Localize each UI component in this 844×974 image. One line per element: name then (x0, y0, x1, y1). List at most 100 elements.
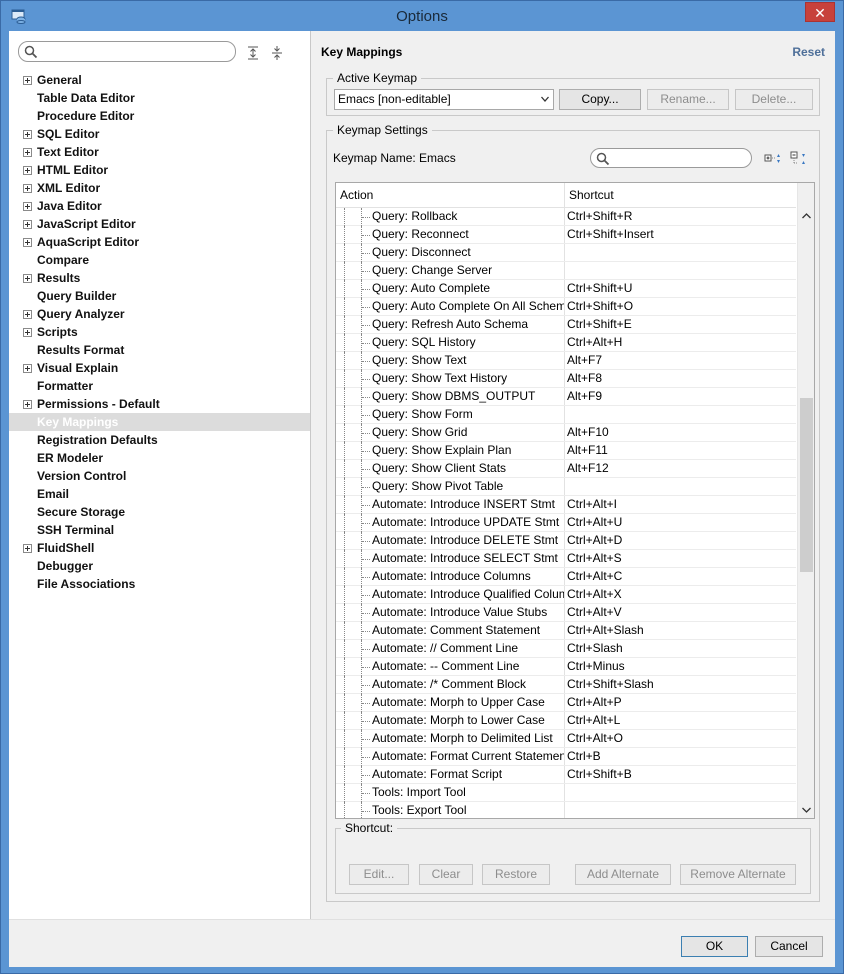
table-row[interactable]: Automate: Comment Statement Ctrl+Alt+Slas… (336, 622, 796, 640)
tree-item[interactable]: FluidShell (9, 539, 310, 557)
expand-plus-icon[interactable] (23, 310, 32, 319)
tree-item[interactable]: File Associations (9, 575, 310, 593)
expand-plus-icon[interactable] (23, 238, 32, 247)
tree-item[interactable]: Registration Defaults (9, 431, 310, 449)
expand-plus-icon[interactable] (23, 148, 32, 157)
tree-item[interactable]: Text Editor (9, 143, 310, 161)
collapse-all-icon[interactable] (269, 45, 285, 61)
tree-item[interactable]: General (9, 71, 310, 89)
table-row[interactable]: Automate: Introduce INSERT Stmt Ctrl+Alt+… (336, 496, 796, 514)
keymap-select[interactable]: Emacs [non-editable] (334, 89, 554, 110)
column-header-action[interactable]: Action (336, 183, 565, 208)
tree-item[interactable]: Permissions - Default (9, 395, 310, 413)
tree-item[interactable]: ER Modeler (9, 449, 310, 467)
tree-item[interactable]: Visual Explain (9, 359, 310, 377)
table-row[interactable]: Automate: Format Script Ctrl+Shift+B (336, 766, 796, 784)
edit-shortcut-button[interactable]: Edit... (349, 864, 409, 885)
expand-plus-icon[interactable] (23, 400, 32, 409)
table-row[interactable]: Automate: Morph to Delimited List Ctrl+Al… (336, 730, 796, 748)
scroll-up-icon[interactable] (802, 213, 811, 219)
table-row[interactable]: Query: Show Form (336, 406, 796, 424)
tree-item[interactable]: Scripts (9, 323, 310, 341)
table-scrollbar[interactable] (797, 183, 814, 818)
expand-tree-icon[interactable] (764, 151, 782, 167)
restore-shortcut-button[interactable]: Restore (482, 864, 550, 885)
expand-plus-icon[interactable] (23, 328, 32, 337)
tree-item[interactable]: Compare (9, 251, 310, 269)
tree-item[interactable]: Java Editor (9, 197, 310, 215)
tree-item[interactable]: Results Format (9, 341, 310, 359)
table-row[interactable]: Automate: Introduce Value Stubs Ctrl+Alt+… (336, 604, 796, 622)
rename-keymap-button[interactable]: Rename... (647, 89, 729, 110)
tree-item[interactable]: XML Editor (9, 179, 310, 197)
remove-alternate-button[interactable]: Remove Alternate (680, 864, 796, 885)
table-row[interactable]: Query: Show Client Stats Alt+F12 (336, 460, 796, 478)
table-row[interactable]: Tools: Export Tool (336, 802, 796, 818)
tree-item[interactable]: Email (9, 485, 310, 503)
table-row[interactable]: Query: Show Grid Alt+F10 (336, 424, 796, 442)
tree-item[interactable]: JavaScript Editor (9, 215, 310, 233)
copy-keymap-button[interactable]: Copy... (559, 89, 641, 110)
table-row[interactable]: Tools: Import Tool (336, 784, 796, 802)
table-row[interactable]: Query: Reconnect Ctrl+Shift+Insert (336, 226, 796, 244)
table-row[interactable]: Automate: Introduce DELETE Stmt Ctrl+Alt+… (336, 532, 796, 550)
expand-plus-icon[interactable] (23, 184, 32, 193)
expand-plus-icon[interactable] (23, 76, 32, 85)
tree-item[interactable]: Version Control (9, 467, 310, 485)
table-row[interactable]: Query: Show DBMS_OUTPUT Alt+F9 (336, 388, 796, 406)
clear-shortcut-button[interactable]: Clear (419, 864, 473, 885)
table-row[interactable]: Automate: // Comment Line Ctrl+Slash (336, 640, 796, 658)
table-row[interactable]: Automate: Introduce SELECT Stmt Ctrl+Alt+… (336, 550, 796, 568)
tree-item[interactable]: HTML Editor (9, 161, 310, 179)
tree-item[interactable]: Query Builder (9, 287, 310, 305)
expand-plus-icon[interactable] (23, 274, 32, 283)
table-row[interactable]: Automate: Morph to Lower Case Ctrl+Alt+L (336, 712, 796, 730)
table-row[interactable]: Query: Show Explain Plan Alt+F11 (336, 442, 796, 460)
expand-all-icon[interactable] (245, 45, 261, 61)
tree-item[interactable]: Formatter (9, 377, 310, 395)
tree-item[interactable]: Debugger (9, 557, 310, 575)
table-row[interactable]: Query: Auto Complete Ctrl+Shift+U (336, 280, 796, 298)
delete-keymap-button[interactable]: Delete... (735, 89, 813, 110)
close-button[interactable]: ✕ (805, 2, 835, 22)
column-header-shortcut[interactable]: Shortcut (565, 183, 796, 208)
title-bar[interactable]: Options ✕ (1, 1, 843, 31)
table-row[interactable]: Automate: /* Comment Block Ctrl+Shift+Sla… (336, 676, 796, 694)
table-row[interactable]: Query: SQL History Ctrl+Alt+H (336, 334, 796, 352)
add-alternate-button[interactable]: Add Alternate (575, 864, 671, 885)
scrollbar-thumb[interactable] (800, 398, 813, 572)
table-row[interactable]: Query: Show Pivot Table (336, 478, 796, 496)
expand-plus-icon[interactable] (23, 364, 32, 373)
tree-item[interactable]: Query Analyzer (9, 305, 310, 323)
table-row[interactable]: Automate: Morph to Upper Case Ctrl+Alt+P (336, 694, 796, 712)
reset-link[interactable]: Reset (792, 45, 825, 59)
table-row[interactable]: Automate: Introduce UPDATE Stmt Ctrl+Alt+… (336, 514, 796, 532)
tree-item[interactable]: Table Data Editor (9, 89, 310, 107)
expand-plus-icon[interactable] (23, 544, 32, 553)
tree-item[interactable]: Procedure Editor (9, 107, 310, 125)
table-row[interactable]: Query: Refresh Auto Schema Ctrl+Shift+E (336, 316, 796, 334)
table-row[interactable]: Query: Change Server (336, 262, 796, 280)
table-row[interactable]: Query: Auto Complete On All Schemas Ctrl+… (336, 298, 796, 316)
expand-plus-icon[interactable] (23, 220, 32, 229)
keymap-search-input[interactable] (590, 148, 752, 168)
expand-plus-icon[interactable] (23, 166, 32, 175)
expand-plus-icon[interactable] (23, 130, 32, 139)
table-row[interactable]: Query: Disconnect (336, 244, 796, 262)
tree-item[interactable]: SQL Editor (9, 125, 310, 143)
ok-button[interactable]: OK (681, 936, 748, 957)
tree-item[interactable]: Results (9, 269, 310, 287)
table-row[interactable]: Query: Show Text Alt+F7 (336, 352, 796, 370)
cancel-button[interactable]: Cancel (755, 936, 823, 957)
table-row[interactable]: Automate: Format Current Statement Ctrl+B (336, 748, 796, 766)
table-row[interactable]: Automate: -- Comment Line Ctrl+Minus (336, 658, 796, 676)
table-row[interactable]: Query: Rollback Ctrl+Shift+R (336, 208, 796, 226)
tree-item[interactable]: Secure Storage (9, 503, 310, 521)
tree-item[interactable]: SSH Terminal (9, 521, 310, 539)
tree-item[interactable]: AquaScript Editor (9, 233, 310, 251)
scroll-down-icon[interactable] (802, 807, 811, 813)
nav-search-input[interactable] (18, 41, 236, 62)
tree-item[interactable]: Key Mappings (9, 413, 310, 431)
table-row[interactable]: Query: Show Text History Alt+F8 (336, 370, 796, 388)
expand-plus-icon[interactable] (23, 202, 32, 211)
